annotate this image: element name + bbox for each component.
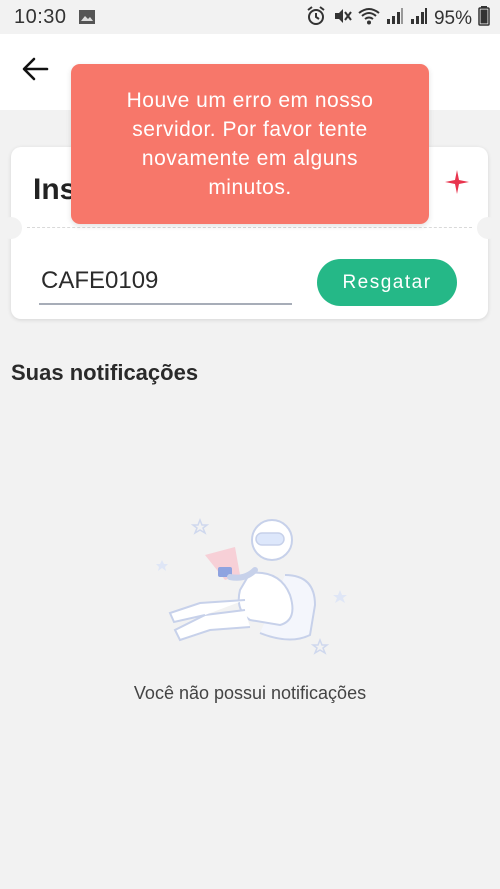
status-bar: 10:30 95% <box>0 0 500 34</box>
arrow-left-icon <box>22 57 49 81</box>
card-title: Ins <box>33 173 77 206</box>
error-toast: Houve um erro em nosso servidor. Por fav… <box>71 64 429 224</box>
notifications-section-title: Suas notificações <box>11 360 199 385</box>
alarm-icon <box>306 6 326 32</box>
code-input-underline <box>39 259 293 305</box>
card-divider <box>27 227 472 228</box>
redeem-button[interactable]: Resgatar <box>317 259 457 306</box>
card-notch-left <box>0 217 22 239</box>
status-time: 10:30 <box>14 6 67 28</box>
astronaut-illustration <box>150 515 350 670</box>
error-toast-message: Houve um erro em nosso servidor. Por fav… <box>126 89 374 199</box>
sparkle-icon <box>444 169 470 200</box>
signal-icon <box>386 7 404 31</box>
mute-icon <box>332 6 352 32</box>
back-button[interactable] <box>20 54 60 90</box>
wifi-icon <box>358 7 380 31</box>
battery-level: 95% <box>433 8 472 29</box>
status-icons: 95% <box>306 6 490 32</box>
empty-notifications-message: Você não possui notificações <box>133 683 367 703</box>
signal-icon-2 <box>410 7 428 31</box>
code-input[interactable] <box>39 263 293 299</box>
battery-icon <box>478 6 490 32</box>
card-notch-right <box>477 217 499 239</box>
gallery-notification-icon <box>78 8 96 32</box>
